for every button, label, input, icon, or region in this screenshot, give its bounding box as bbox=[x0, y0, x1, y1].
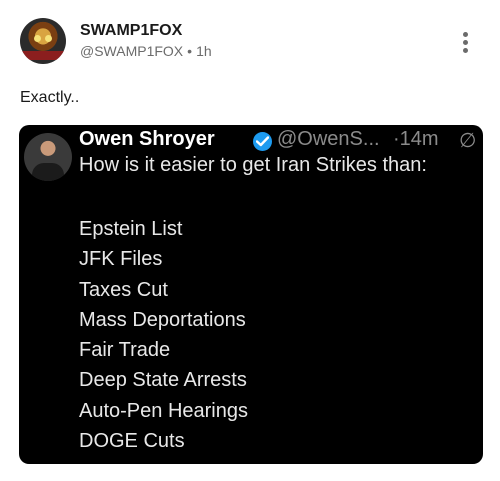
avatar-eye-left bbox=[34, 35, 41, 42]
author-display-name[interactable]: SWAMP1FOX bbox=[80, 22, 182, 40]
verified-check-icon bbox=[253, 132, 272, 151]
embedded-author-avatar bbox=[24, 133, 72, 181]
embedded-post-list: Epstein List JFK Files Taxes Cut Mass De… bbox=[79, 214, 248, 456]
more-options-icon[interactable] bbox=[455, 30, 475, 56]
list-item: DOGE Cuts bbox=[79, 430, 185, 453]
list-item: JFK Files bbox=[79, 248, 163, 271]
avatar-shirt bbox=[32, 163, 64, 181]
list-item: Auto-Pen Hearings bbox=[79, 399, 248, 422]
author-meta: @SWAMP1FOX • 1h bbox=[80, 43, 212, 59]
list-item: Deep State Arrests bbox=[79, 369, 247, 392]
social-post: SWAMP1FOX @SWAMP1FOX • 1h Exactly.. Owen S… bbox=[0, 0, 500, 481]
embedded-post-text: How is it easier to get Iran Strikes tha… bbox=[79, 154, 427, 176]
avatar-band bbox=[20, 51, 66, 60]
grok-icon: ∅ bbox=[459, 130, 477, 152]
author-handle[interactable]: @SWAMP1FOX bbox=[80, 43, 183, 59]
author-avatar[interactable] bbox=[20, 18, 66, 64]
post-time[interactable]: 1h bbox=[196, 43, 212, 59]
list-item: Epstein List bbox=[79, 218, 183, 240]
embedded-post-screenshot[interactable]: Owen Shroyer @OwenS... ·14m ∅ How is it … bbox=[19, 125, 483, 464]
list-item: Mass Deportations bbox=[79, 308, 246, 331]
embedded-author-handle: @OwenS... bbox=[277, 128, 380, 150]
list-item: Taxes Cut bbox=[79, 278, 168, 301]
avatar-eye-right bbox=[45, 35, 52, 42]
meta-separator: • bbox=[187, 43, 193, 59]
post-caption: Exactly.. bbox=[20, 89, 80, 106]
list-item: Fair Trade bbox=[79, 339, 171, 362]
embedded-author-name: Owen Shroyer bbox=[79, 128, 215, 150]
embedded-post-time: ·14m bbox=[393, 128, 439, 150]
